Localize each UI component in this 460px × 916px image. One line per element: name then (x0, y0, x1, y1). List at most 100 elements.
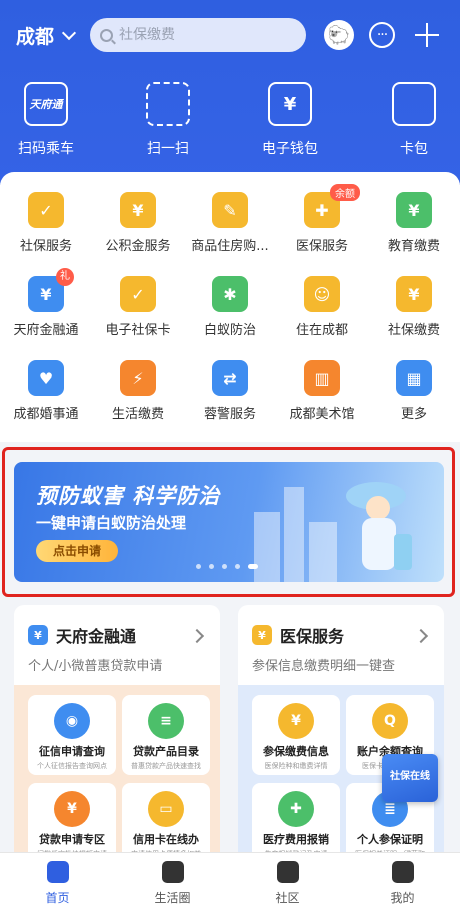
service-card[interactable]: ¥医保服务参保信息缴费明细一键查¥参保缴费信息医保险种和缴费详情Q账户余额查询医… (238, 605, 444, 865)
service-item[interactable]: ✚ 余额 医保服务 (276, 184, 368, 254)
service-item[interactable]: ♥ 成都婚事通 (0, 360, 92, 422)
service-item[interactable]: ⚡ 生活缴费 (92, 360, 184, 422)
top-bar: 成都 🐑 ··· (0, 14, 460, 58)
mascot-avatar-icon[interactable]: 🐑 (324, 20, 354, 50)
tab-item[interactable]: 首页 (0, 861, 115, 906)
service-glyph: ✓ (39, 200, 53, 220)
quick-action-label: 电子钱包 (262, 141, 318, 157)
services-panel: ✓ 社保服务 ¥ 公积金服务 ✎ 商品住房购... ✚ 余额 医保服务 ¥ 教育缴费 ¥ 礼天府金融通 ✓… (0, 172, 460, 442)
carousel-dot[interactable] (196, 564, 201, 569)
medical-shield-icon: ¥ (252, 625, 272, 645)
feature-tile[interactable]: ◉ 征信申请查询 个人征信报告查询网点 (28, 695, 116, 775)
service-label: 社保缴费 (387, 323, 440, 338)
service-label: 医保服务 (295, 239, 348, 254)
building-illustration (309, 522, 337, 582)
feature-tile[interactable]: ≡ 贷款产品目录 普惠贷款产品快速查找 (122, 695, 210, 775)
service-glyph: ¥ (408, 284, 420, 304)
quick-action-item[interactable]: 天府通 扫码乘车 (0, 82, 92, 158)
heart-circle-icon (161, 861, 184, 883)
card-wallet-icon (392, 82, 436, 126)
scan-icon (146, 82, 190, 126)
feature-tile[interactable]: ▭信用卡在线办申请信用卡便捷多权益 (122, 783, 210, 863)
service-item[interactable]: ☺ 住在成都 (276, 276, 368, 338)
service-glyph: ¥ (40, 284, 52, 304)
chevron-right-icon[interactable] (189, 628, 205, 644)
service-glyph: ✚ (315, 200, 329, 220)
museum-icon: ▥ (304, 360, 340, 396)
banner-title: 预防蚁害 科学防治 (36, 484, 221, 508)
search-input[interactable] (119, 27, 289, 43)
feature-tile[interactable]: ¥贷款申请专区门槛低审批快提额申请 (28, 783, 116, 863)
carousel-dot[interactable] (248, 564, 258, 569)
carousel-dot[interactable] (235, 564, 240, 569)
message-icon[interactable]: ··· (369, 22, 395, 48)
social-security-online-button[interactable]: 社保在线 (382, 754, 438, 802)
quick-action-item[interactable]: 扫一扫 (122, 82, 214, 158)
carousel-dot[interactable] (222, 564, 227, 569)
card-subtitle: 个人/小微普惠贷款申请 (28, 659, 163, 674)
card-title: 医保服务 (280, 627, 345, 646)
feature-tile[interactable]: ¥ 参保缴费信息医保险种和缴费详情 (252, 695, 340, 775)
service-item[interactable]: ✓ 电子社保卡 (92, 276, 184, 338)
search-icon (100, 28, 113, 42)
house-edit-icon: ✎ (212, 192, 248, 228)
apply-button[interactable]: 点击申请 (36, 540, 118, 562)
tile-name: 征信申请查询 (39, 745, 105, 758)
money-bag-icon: ¥ (28, 625, 48, 645)
card-header[interactable]: ¥ 天府金融通 (28, 623, 136, 647)
insurance-doc-icon: ¥ (278, 703, 314, 739)
tab-item[interactable]: 社区 (230, 861, 345, 906)
chevron-right-icon[interactable] (413, 628, 429, 644)
tab-label: 生活圈 (154, 891, 191, 905)
service-label: 天府金融通 (13, 323, 79, 338)
service-item[interactable]: ✎ 商品住房购... (184, 192, 276, 254)
tab-item[interactable]: 我的 (345, 861, 460, 906)
service-item[interactable]: ¥ 礼天府金融通 (0, 268, 92, 338)
service-item[interactable]: ¥ 公积金服务 (92, 192, 184, 254)
quick-action-item[interactable]: ¥ 电子钱包 (244, 82, 336, 158)
tab-label: 社区 (275, 891, 300, 905)
card-body: ◉ 征信申请查询 个人征信报告查询网点 ≡ 贷款产品目录 普惠贷款产品快速查找 ¥ 贷款申请专… (14, 685, 220, 865)
lightning-icon: ⚡ (120, 360, 156, 396)
termite-icon: ✱ (212, 276, 248, 312)
service-item[interactable]: ¥ 社保缴费 (368, 276, 460, 338)
service-label: 成都美术馆 (289, 407, 355, 422)
building-illustration (254, 512, 280, 582)
plus-icon[interactable] (414, 22, 440, 48)
carousel-dot[interactable] (209, 564, 214, 569)
service-item[interactable]: ✓ 社保服务 (0, 192, 92, 254)
service-item[interactable]: ⇄ 蓉警服务 (184, 360, 276, 422)
tab-label: 我的 (390, 891, 415, 905)
quick-actions: 天府通 扫码乘车扫一扫 ¥ 电子钱包 卡包 (0, 82, 460, 162)
worker-illustration (346, 482, 412, 570)
payment-icon: ¥ (396, 276, 432, 312)
service-item[interactable]: ¥ 教育缴费 (368, 192, 460, 254)
quick-action-label: 扫一扫 (147, 141, 189, 157)
quick-action-item[interactable]: 卡包 (368, 82, 460, 158)
service-glyph: ✓ (131, 284, 145, 304)
tile-name: 医疗费用报销 (263, 833, 329, 846)
profile-icon (391, 861, 414, 883)
service-item[interactable]: ▥ 成都美术馆 (276, 360, 368, 422)
promo-banner[interactable]: 预防蚁害 科学防治 一键申请白蚁防治处理 点击申请 (14, 462, 444, 582)
loan-bag-icon: ¥ (54, 791, 90, 827)
tile-description: 个人征信报告查询网点 (37, 762, 107, 770)
search-bar[interactable] (90, 18, 306, 52)
service-card[interactable]: ¥ 天府金融通 个人/小微普惠贷款申请 ◉ 征信申请查询 个人征信报告查询网点 ≡ 贷款产品目… (14, 605, 220, 865)
tab-label: 首页 (45, 891, 70, 905)
service-glyph: ♥ (38, 368, 54, 388)
tab-item[interactable]: 生活圈 (115, 861, 230, 906)
tile-name: 个人参保证明 (357, 833, 423, 846)
service-glyph: ▦ (406, 368, 422, 388)
tile-name: 参保缴费信息 (263, 745, 329, 758)
tile-description: 普惠贷款产品快速查找 (131, 762, 201, 770)
tile-description: 医保险种和缴费详情 (264, 762, 328, 770)
service-label: 社保服务 (19, 239, 72, 254)
feature-tile[interactable]: ✚医疗费用报销生育报销登记及申请 (252, 783, 340, 863)
city-selector[interactable]: 成都 (16, 22, 77, 49)
service-item[interactable]: ✱ 白蚁防治 (184, 276, 276, 338)
chevron-down-icon (61, 25, 77, 40)
quick-action-label: 扫码乘车 (18, 141, 74, 157)
card-header[interactable]: ¥ 医保服务 (252, 623, 344, 647)
service-item[interactable]: ▦ 更多 (368, 360, 460, 422)
